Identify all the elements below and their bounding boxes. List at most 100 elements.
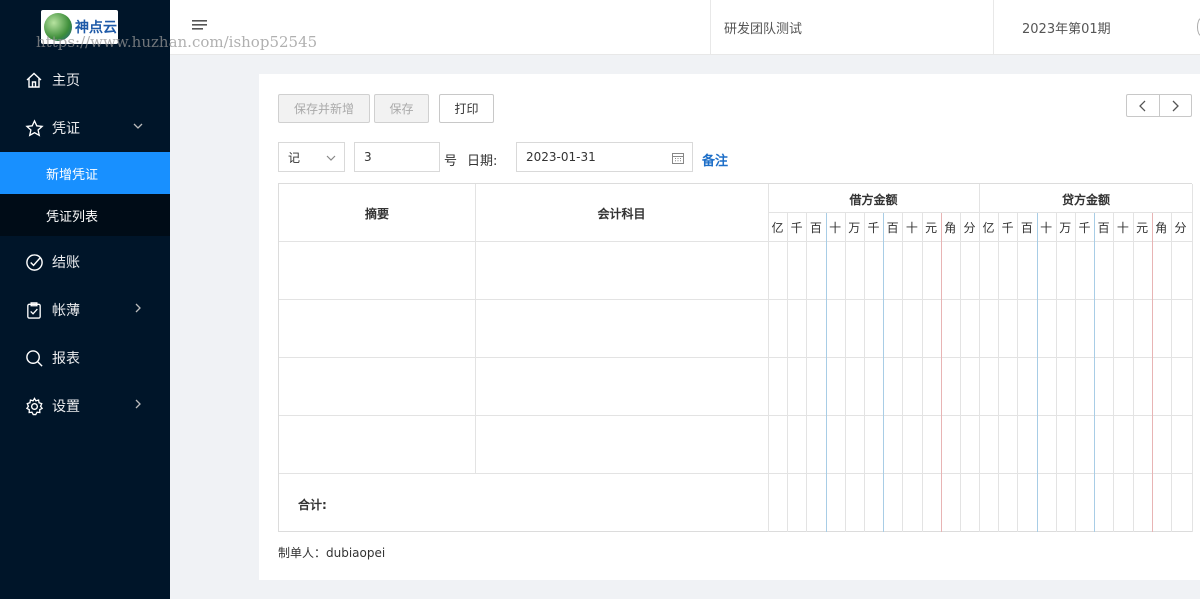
grid-line: [1133, 213, 1134, 532]
voucher-table: 摘要 会计科目 借方金额 贷方金额 亿千百十万千百十元角分 亿千百十万千百十元角…: [278, 183, 1193, 532]
save-and-new-button[interactable]: 保存并新增: [278, 94, 370, 123]
digit-header: 十: [1040, 221, 1053, 235]
header-credit: 贷方金额: [1061, 193, 1110, 207]
calendar-icon: [672, 153, 684, 164]
header-debit: 借方金额: [849, 193, 898, 207]
home-icon: [24, 70, 44, 90]
grid-line: [768, 212, 1193, 213]
voucher-nav: [1126, 94, 1192, 117]
grid-line: [1037, 213, 1038, 532]
sidebar-item-reports[interactable]: 报表: [0, 334, 170, 382]
sidebar-subitem-label: 新增凭证: [46, 167, 99, 183]
voucher-word-value: 记: [288, 150, 301, 165]
sidebar-item-settings[interactable]: 设置: [0, 382, 170, 430]
sidebar-item-label: 凭证: [52, 121, 80, 137]
summary-cell[interactable]: [279, 358, 475, 415]
grid-line: [1152, 213, 1153, 532]
chevron-down-icon: [132, 120, 148, 136]
gear-icon: [24, 396, 44, 416]
grid-line: [1094, 213, 1095, 532]
grid-line: [998, 213, 999, 532]
summary-cell[interactable]: [279, 300, 475, 357]
grid-line: [768, 184, 769, 532]
digit-header: 百: [1097, 221, 1110, 235]
maker-label: 制单人：dubiaopei: [278, 546, 386, 560]
period-selector[interactable]: 2023年第01期: [1022, 0, 1111, 54]
grid-line: [787, 213, 788, 532]
date-picker[interactable]: 2023-01-31: [516, 142, 693, 172]
grid-line: [806, 213, 807, 532]
star-icon: [24, 118, 44, 138]
date-label: 日期:: [467, 154, 498, 169]
account-cell[interactable]: [475, 416, 768, 473]
sidebar-item-home[interactable]: 主页: [0, 56, 170, 104]
remark-link[interactable]: 备注: [702, 150, 728, 169]
digit-header: 千: [1001, 221, 1014, 235]
grid-line: [960, 213, 961, 532]
period-label: 2023年第01期: [1022, 21, 1111, 37]
check-circle-icon: [24, 252, 44, 272]
grid-line: [979, 184, 980, 532]
print-button[interactable]: 打印: [439, 94, 494, 123]
grid-line: [1171, 213, 1172, 532]
save-button[interactable]: 保存: [374, 94, 429, 123]
sidebar-item-label: 报表: [52, 351, 80, 367]
digit-header: 十: [1116, 221, 1129, 235]
digit-header: 元: [1136, 221, 1149, 235]
sidebar-item-voucher[interactable]: 凭证: [0, 104, 170, 152]
digit-header: 万: [1059, 221, 1072, 235]
grid-line: [941, 213, 942, 532]
sidebar: 神点云 主页 凭证 新增凭证 凭证列表 结账 帐薄 报表 设置: [0, 0, 170, 599]
sidebar-subitem-voucher-list[interactable]: 凭证列表: [0, 194, 170, 236]
account-cell[interactable]: [475, 242, 768, 299]
header-summary: 摘要: [364, 207, 389, 221]
logo-text: 神点云: [75, 20, 117, 36]
digit-header: 分: [1174, 221, 1187, 235]
sidebar-item-closing[interactable]: 结账: [0, 238, 170, 286]
logo[interactable]: 神点云: [41, 10, 118, 44]
grid-line: [826, 213, 827, 532]
grid-line: [902, 213, 903, 532]
digit-header: 百: [809, 221, 822, 235]
team-name: 研发团队测试: [724, 21, 803, 37]
sidebar-item-label: 设置: [52, 399, 80, 415]
digit-header: 分: [963, 221, 976, 235]
sidebar-item-ledger[interactable]: 帐薄: [0, 286, 170, 334]
grid-line: [1056, 213, 1057, 532]
digit-header: 角: [944, 221, 957, 235]
digit-header: 十: [829, 221, 842, 235]
chevron-left-icon: [1138, 100, 1146, 111]
number-suffix-label: 号: [444, 154, 458, 169]
voucher-number-value: 3: [364, 150, 372, 164]
voucher-word-select[interactable]: 记: [278, 142, 345, 172]
digit-header: 亿: [982, 221, 995, 235]
sidebar-subitem-label: 凭证列表: [46, 209, 99, 225]
voucher-number-input[interactable]: 3: [354, 142, 440, 172]
search-icon: [24, 348, 44, 368]
next-voucher-button[interactable]: [1158, 95, 1192, 116]
account-cell[interactable]: [475, 358, 768, 415]
prev-voucher-button[interactable]: [1127, 95, 1159, 116]
sidebar-item-label: 帐薄: [52, 303, 80, 319]
date-value: 2023-01-31: [526, 150, 596, 164]
header-account: 会计科目: [597, 207, 646, 221]
chevron-right-icon: [132, 398, 148, 414]
digit-header: 百: [1020, 221, 1033, 235]
top-header: 研发团队测试 2023年第01期: [170, 0, 1200, 55]
grid-line: [1113, 213, 1114, 532]
digit-header: 角: [1155, 221, 1168, 235]
clipboard-check-icon: [24, 300, 44, 320]
summary-cell[interactable]: [279, 416, 475, 473]
chevron-right-icon: [1172, 100, 1180, 111]
team-selector[interactable]: 研发团队测试: [710, 0, 994, 54]
summary-cell[interactable]: [279, 242, 475, 299]
sidebar-subitem-new-voucher[interactable]: 新增凭证: [0, 152, 170, 194]
grid-line: [1017, 213, 1018, 532]
menu-toggle-icon[interactable]: [192, 20, 208, 34]
account-cell[interactable]: [475, 300, 768, 357]
digit-header: 元: [925, 221, 938, 235]
grid-line: [922, 213, 923, 532]
chevron-right-icon: [132, 302, 148, 318]
digit-header: 十: [905, 221, 918, 235]
grid-line: [1075, 213, 1076, 532]
